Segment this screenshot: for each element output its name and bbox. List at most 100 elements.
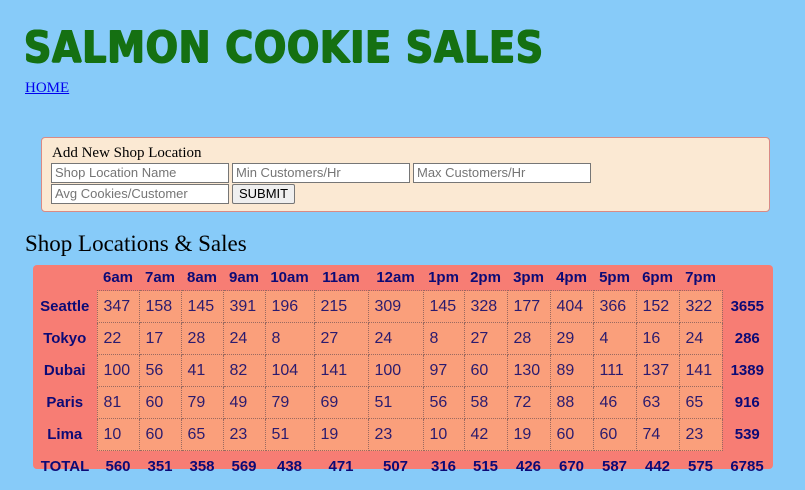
- hour-total: 575: [687, 457, 714, 475]
- hour-header: 12am: [376, 269, 415, 286]
- sales-cell: 196: [264, 290, 315, 323]
- sales-cell: 19: [313, 418, 369, 451]
- hour-header: 2pm: [470, 269, 501, 286]
- hour-total: 316: [430, 457, 457, 475]
- store-name: Seattle: [40, 298, 90, 315]
- sales-cell: 69: [313, 386, 369, 419]
- store-name: Lima: [47, 426, 83, 443]
- add-shop-form: Add New Shop Location Shop Location Name…: [41, 137, 770, 212]
- max-customers-input[interactable]: Max Customers/Hr: [413, 163, 591, 183]
- sales-cell: 104: [264, 354, 315, 387]
- store-name: Paris: [46, 394, 84, 411]
- sales-cell: 88: [549, 386, 594, 419]
- hour-total: 426: [515, 457, 542, 475]
- header-corner: [33, 265, 97, 291]
- sales-cell: 215: [313, 290, 369, 323]
- sales-cell: 27: [463, 322, 508, 355]
- sales-cell: 29: [549, 322, 594, 355]
- store-name: Dubai: [43, 362, 86, 379]
- store-total: 286: [734, 330, 760, 347]
- sales-cell: 51: [264, 418, 315, 451]
- sales-cell: 27: [313, 322, 369, 355]
- store-row: Tokyo 22 17 28 24 8 27 24 8 27 28 29 4 16 24 286: [33, 322, 772, 355]
- sales-cell: 130: [506, 354, 551, 387]
- sales-cell: 49: [222, 386, 266, 419]
- section-title: Shop Locations & Sales: [25, 231, 247, 256]
- hour-header: 7pm: [685, 269, 716, 286]
- store-name: Tokyo: [43, 330, 87, 347]
- sales-cell: 41: [180, 354, 224, 387]
- sales-cell: 141: [313, 354, 369, 387]
- page-title: SALMON COOKIE SALES: [24, 22, 544, 73]
- hour-header: 10am: [270, 269, 309, 286]
- hour-total: 507: [382, 457, 409, 475]
- hour-total: 560: [105, 457, 131, 475]
- sales-cell: 28: [506, 322, 551, 355]
- sales-cell: 24: [222, 322, 266, 355]
- sales-cell: 391: [222, 290, 266, 323]
- sales-cell: 10: [422, 418, 465, 451]
- sales-cell: 23: [678, 418, 723, 451]
- sales-cell: 8: [264, 322, 315, 355]
- sales-cell: 82: [222, 354, 266, 387]
- store-row: Lima 10 60 65 23 51 19 23 10 42 19 60 60 74 23 539: [33, 418, 772, 451]
- hour-total: 351: [147, 457, 173, 475]
- sales-cell: 60: [592, 418, 637, 451]
- sales-cell: 60: [463, 354, 508, 387]
- hour-header: 5pm: [599, 269, 630, 286]
- hours-header-row: 6am 7am 8am 9am 10am 11am 12am 1pm 2pm 3…: [33, 265, 772, 291]
- sales-cell: 97: [422, 354, 465, 387]
- grand-total: 6785: [730, 457, 764, 475]
- hour-header: 3pm: [513, 269, 544, 286]
- hour-total: 569: [231, 457, 257, 475]
- sales-cell: 23: [222, 418, 266, 451]
- sales-cell: 60: [138, 418, 182, 451]
- sales-cell: 72: [506, 386, 551, 419]
- submit-button[interactable]: SUBMIT: [232, 184, 296, 204]
- sales-cell: 81: [96, 386, 140, 419]
- hour-total: 358: [189, 457, 215, 475]
- sales-cell: 16: [635, 322, 680, 355]
- sales-cell: 89: [549, 354, 594, 387]
- store-total: 539: [734, 426, 760, 443]
- totals-row: TOTAL 560 351 358 569 438 471 507 316 51…: [33, 451, 772, 482]
- sales-cell: 23: [367, 418, 424, 451]
- store-row: Seattle 347 158 145 391 196 215 309 145 328 177 404…: [33, 290, 772, 323]
- sales-cell: 63: [635, 386, 680, 419]
- avg-cookies-input[interactable]: Avg Cookies/Customer: [51, 184, 229, 204]
- sales-cell: 28: [180, 322, 224, 355]
- totals-label: TOTAL: [40, 457, 90, 475]
- sales-cell: 347: [96, 290, 140, 323]
- sales-cell: 24: [367, 322, 424, 355]
- min-customers-input[interactable]: Min Customers/Hr: [232, 163, 410, 183]
- hour-total: 471: [328, 457, 354, 475]
- hour-header: 6pm: [642, 269, 673, 286]
- sales-cell: 141: [678, 354, 723, 387]
- shop-name-input[interactable]: Shop Location Name: [51, 163, 229, 183]
- sales-cell: 152: [635, 290, 680, 323]
- total-header: [722, 265, 772, 291]
- sales-cell: 100: [367, 354, 424, 387]
- sales-cell: 145: [422, 290, 465, 323]
- hour-total: 515: [472, 457, 499, 475]
- sales-cell: 177: [506, 290, 551, 323]
- sales-cell: 366: [592, 290, 637, 323]
- hour-total: 442: [644, 457, 671, 475]
- hour-header: 6am: [102, 269, 134, 286]
- sales-cell: 65: [678, 386, 723, 419]
- sales-cell: 51: [367, 386, 424, 419]
- sales-cell: 24: [678, 322, 723, 355]
- sales-cell: 19: [506, 418, 551, 451]
- sales-cell: 56: [422, 386, 465, 419]
- store-row: Paris 81 60 79 49 79 69 51 56 58 72 88 46 63 65 916: [33, 386, 772, 419]
- hour-header: 9am: [228, 269, 260, 286]
- hour-total: 670: [558, 457, 585, 475]
- sales-cell: 4: [592, 322, 637, 355]
- sales-cell: 100: [96, 354, 140, 387]
- hour-total: 438: [276, 457, 303, 475]
- home-link[interactable]: HOME: [25, 80, 69, 97]
- store-row: Dubai 100 56 41 82 104 141 100 97 60 130 89 111 137 14…: [33, 354, 772, 387]
- store-total: 916: [734, 394, 760, 411]
- hour-header: 11am: [322, 269, 360, 286]
- sales-cell: 56: [138, 354, 182, 387]
